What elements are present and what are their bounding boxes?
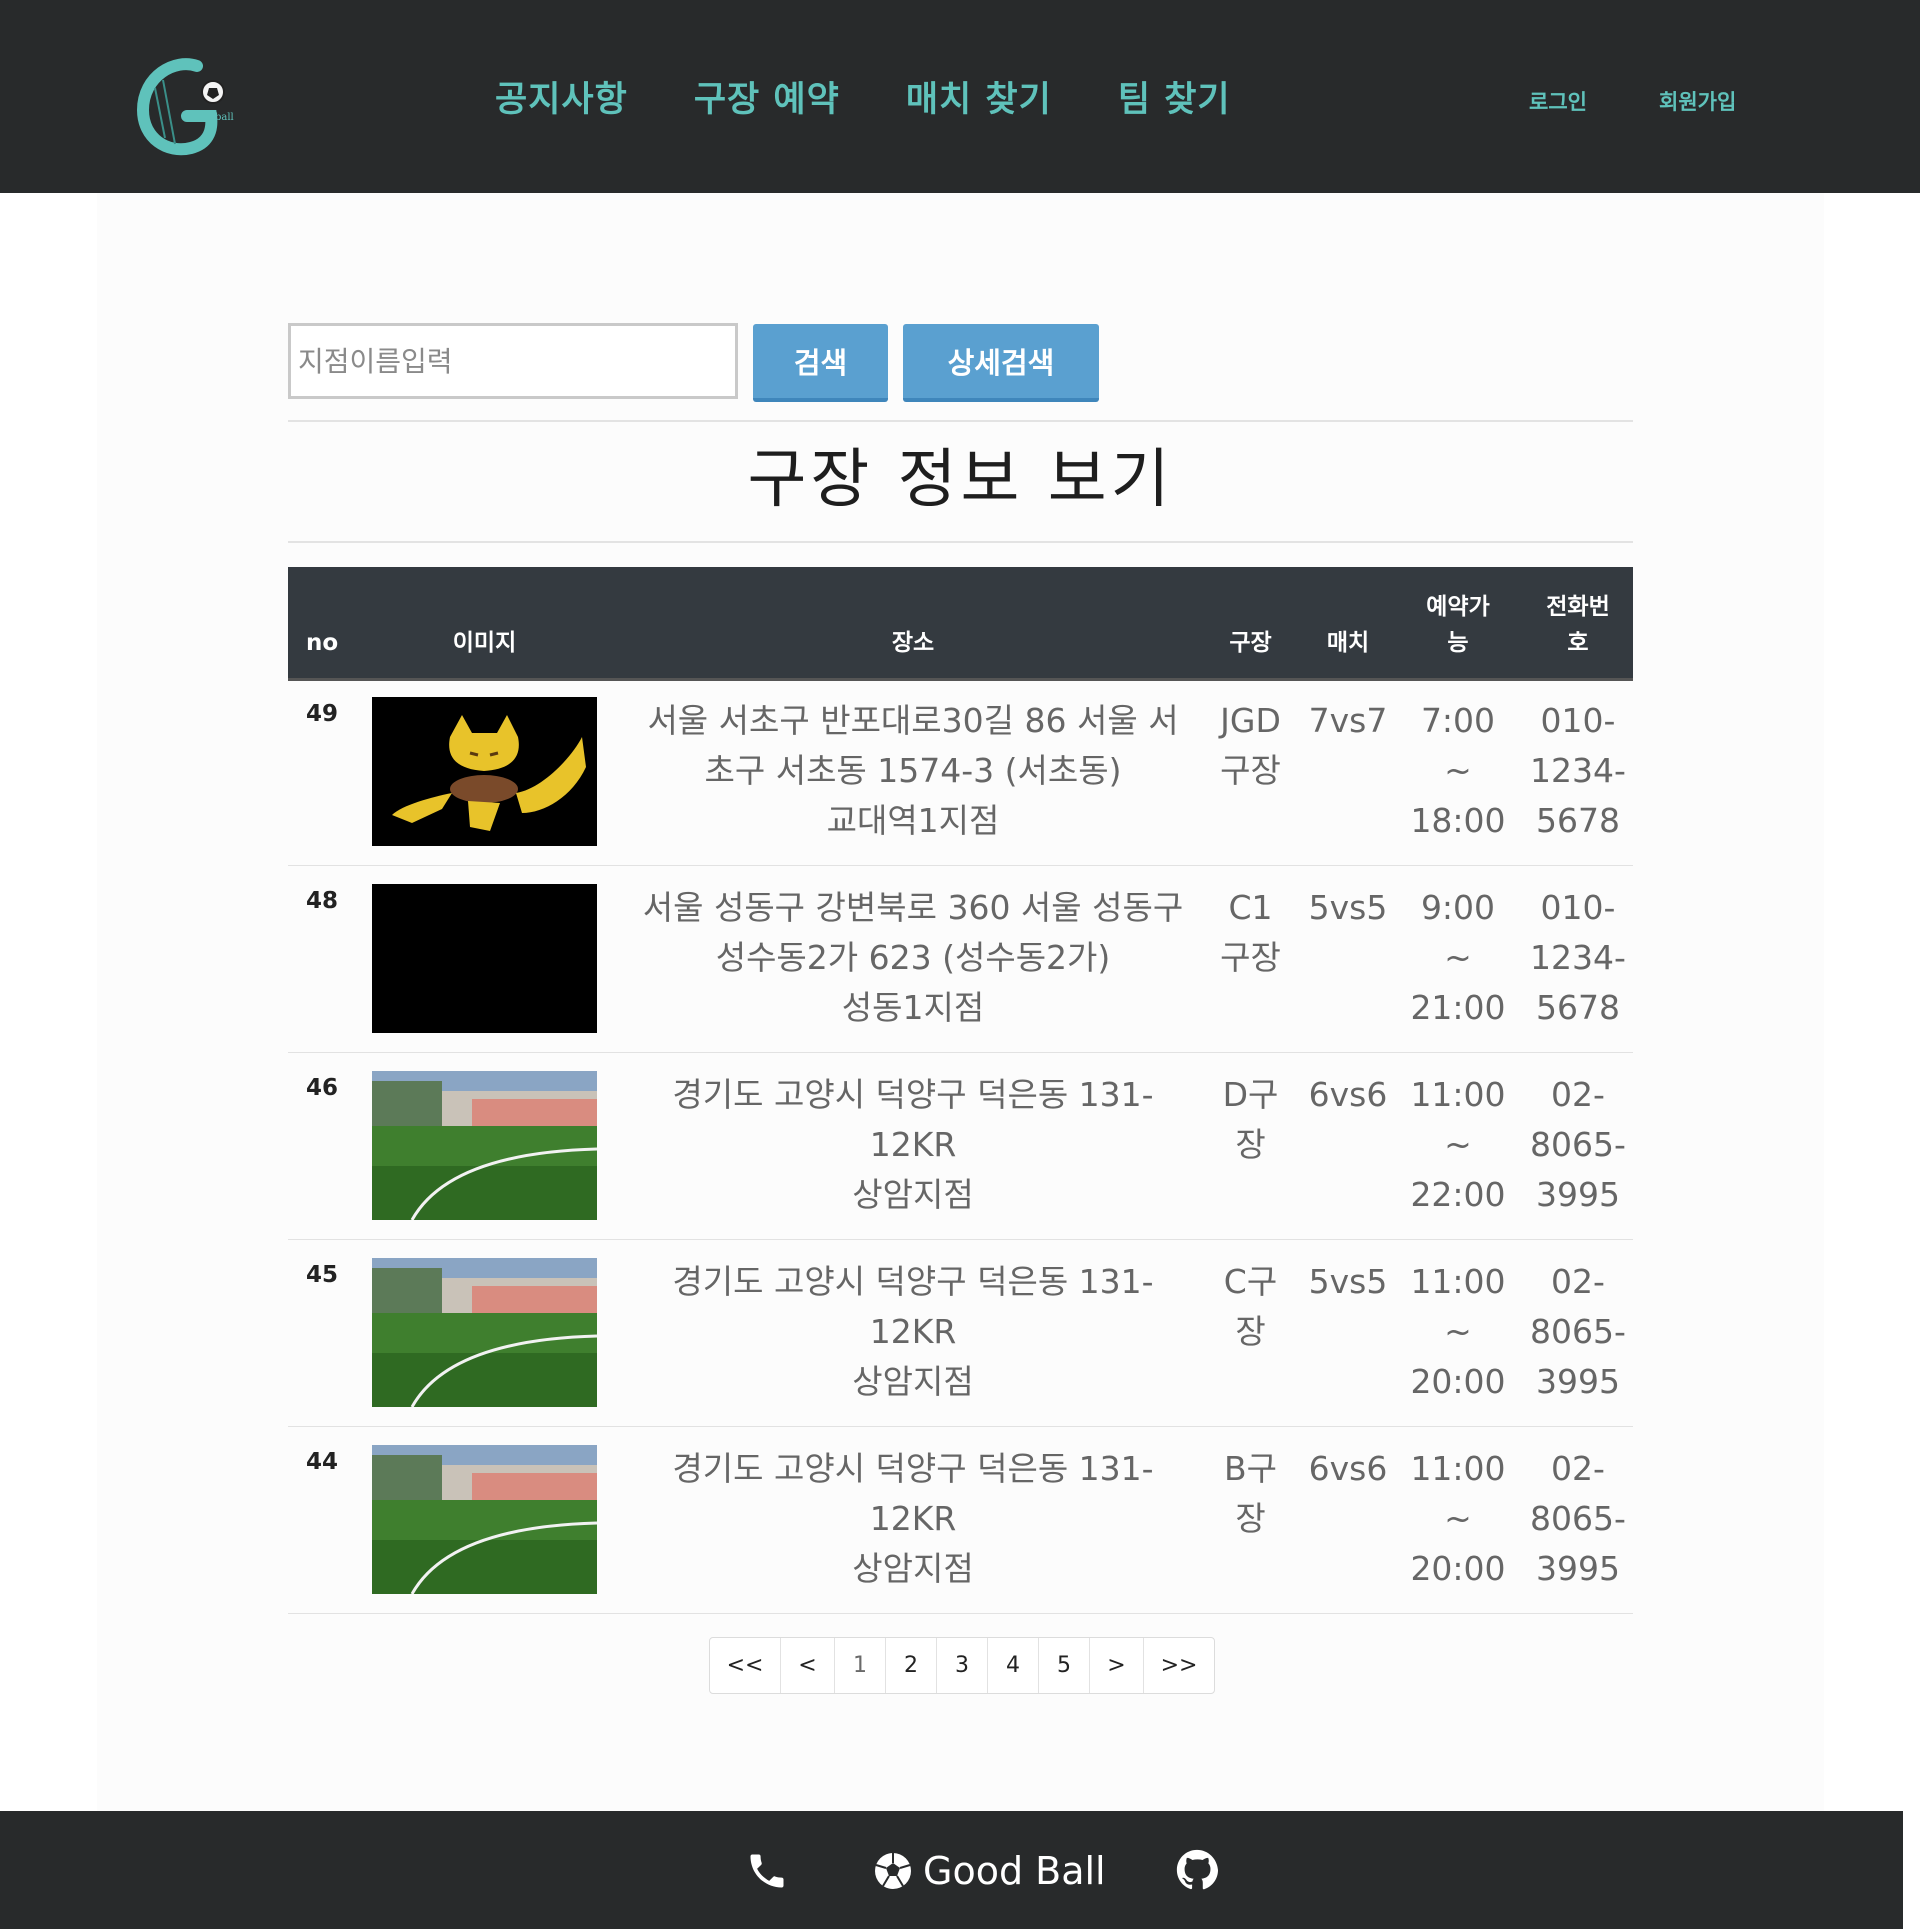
auth-signup: 회원가입 bbox=[1659, 82, 1736, 122]
field-cell: JGD구장 bbox=[1220, 701, 1281, 790]
nav-find-match[interactable]: 매치 찾기 bbox=[906, 72, 1052, 128]
column-header-no: no bbox=[306, 630, 339, 656]
match-cell: 5vs5 bbox=[1308, 1262, 1388, 1301]
time-cell: 11:00 ~ 22:00 bbox=[1410, 1075, 1506, 1214]
divider bbox=[288, 420, 1633, 422]
search-input[interactable] bbox=[288, 323, 738, 399]
time-cell: 9:00 ~ 21:00 bbox=[1410, 888, 1506, 1027]
page-title: 구장 정보 보기 bbox=[747, 443, 1174, 517]
time-cell: 11:00 ~ 20:00 bbox=[1410, 1449, 1506, 1588]
divider bbox=[288, 541, 1633, 543]
place-branch: 상암지점 bbox=[852, 1175, 974, 1214]
place-address: 경기도 고양시 덕양구 덕은동 131-12KR bbox=[672, 1075, 1154, 1164]
field-thumbnail[interactable] bbox=[372, 884, 597, 1033]
match-cell: 6vs6 bbox=[1308, 1449, 1388, 1488]
field-cell: D구장 bbox=[1222, 1075, 1279, 1164]
column-header-match: 매치 bbox=[1326, 630, 1370, 656]
main-nav: 공지사항 구장 예약 매치 찾기 팀 찾기 bbox=[495, 72, 1297, 128]
page-next[interactable]: > bbox=[1090, 1638, 1144, 1693]
nav-notice[interactable]: 공지사항 bbox=[495, 72, 628, 128]
row-number: 44 bbox=[306, 1449, 339, 1475]
footer-brand-label: Good Ball bbox=[923, 1849, 1106, 1893]
nav-field-reservation[interactable]: 구장 예약 bbox=[694, 72, 840, 128]
table-row[interactable]: 46 경기도 고양시 덕양구 덕은동 131-12KR 상암지점 D구장 6vs6 11:… bbox=[288, 1053, 1633, 1240]
phone-cell: 010- 1234- 5678 bbox=[1530, 701, 1626, 840]
table-row[interactable]: 49 서울 서초구 반포대로30길 86 서울 서초구 서초동 1574-3 (서… bbox=[288, 679, 1633, 866]
page-last[interactable]: >> bbox=[1144, 1638, 1214, 1693]
column-header-available: 예약가 능 bbox=[1426, 594, 1490, 656]
top-navbar: ball 공지사항 구장 예약 매치 찾기 팀 찾기 로그인 회원가입 bbox=[0, 0, 1920, 193]
field-cell: C1구장 bbox=[1220, 888, 1281, 977]
place-branch: 상암지점 bbox=[852, 1549, 974, 1588]
column-header-phone: 전화번 호 bbox=[1546, 594, 1610, 656]
page-1[interactable]: 1 bbox=[835, 1638, 886, 1693]
phone-cell: 010- 1234- 5678 bbox=[1530, 888, 1626, 1027]
time-cell: 11:00 ~ 20:00 bbox=[1410, 1262, 1506, 1401]
auth-login: 로그인 bbox=[1529, 82, 1587, 122]
soccer-ball-icon bbox=[875, 1853, 911, 1889]
match-cell: 5vs5 bbox=[1308, 888, 1388, 927]
field-thumbnail[interactable] bbox=[372, 1071, 597, 1220]
field-cell: C구장 bbox=[1223, 1262, 1278, 1351]
page-4[interactable]: 4 bbox=[988, 1638, 1039, 1693]
time-cell: 7:00 ~ 18:00 bbox=[1410, 701, 1506, 840]
phone-cell: 02- 8065- 3995 bbox=[1530, 1262, 1626, 1401]
place-address: 경기도 고양시 덕양구 덕은동 131-12KR bbox=[672, 1262, 1154, 1351]
footer: Good Ball bbox=[0, 1811, 1903, 1929]
phone-icon[interactable] bbox=[745, 1849, 789, 1893]
phone-cell: 02- 8065- 3995 bbox=[1530, 1075, 1626, 1214]
row-number: 48 bbox=[306, 888, 339, 914]
pagination: << < 1 2 3 4 5 > >> bbox=[709, 1637, 1215, 1694]
svg-text:ball: ball bbox=[215, 112, 234, 123]
row-number: 45 bbox=[306, 1262, 339, 1288]
place-cell: 경기도 고양시 덕양구 덕은동 131-12KR 상암지점 bbox=[633, 1444, 1193, 1594]
place-address: 서울 서초구 반포대로30길 86 서울 서초구 서초동 1574-3 (서초동… bbox=[647, 701, 1179, 790]
place-address: 서울 성동구 강변북로 360 서울 성동구 성수동2가 623 (성수동2가) bbox=[642, 888, 1184, 977]
place-cell: 서울 서초구 반포대로30길 86 서울 서초구 서초동 1574-3 (서초동… bbox=[633, 696, 1193, 846]
advanced-search-button[interactable]: 상세검색 bbox=[903, 324, 1099, 402]
github-icon[interactable] bbox=[1176, 1849, 1218, 1891]
page-first[interactable]: << bbox=[710, 1638, 781, 1693]
table-row[interactable]: 45 경기도 고양시 덕양구 덕은동 131-12KR 상암지점 C구장 5vs5 11:… bbox=[288, 1240, 1633, 1427]
logo-icon[interactable]: ball bbox=[135, 58, 247, 158]
table-row[interactable]: 44 경기도 고양시 덕양구 덕은동 131-12KR 상암지점 B구장 6vs6 11:… bbox=[288, 1427, 1633, 1614]
place-cell: 경기도 고양시 덕양구 덕은동 131-12KR 상암지점 bbox=[633, 1070, 1193, 1220]
row-number: 49 bbox=[306, 701, 339, 727]
column-header-place: 장소 bbox=[891, 630, 935, 656]
place-branch: 교대역1지점 bbox=[826, 801, 1000, 840]
field-thumbnail[interactable] bbox=[372, 1258, 597, 1407]
field-cell: B구장 bbox=[1224, 1449, 1277, 1538]
match-cell: 7vs7 bbox=[1308, 701, 1388, 740]
match-cell: 6vs6 bbox=[1308, 1075, 1388, 1114]
table-row[interactable]: 48 서울 성동구 강변북로 360 서울 성동구 성수동2가 623 (성수동2… bbox=[288, 866, 1633, 1053]
signup-link[interactable]: 회원가입 bbox=[1659, 90, 1736, 114]
search-button[interactable]: 검색 bbox=[753, 324, 888, 402]
place-cell: 서울 성동구 강변북로 360 서울 성동구 성수동2가 623 (성수동2가)… bbox=[633, 883, 1193, 1033]
page-2[interactable]: 2 bbox=[886, 1638, 937, 1693]
place-cell: 경기도 고양시 덕양구 덕은동 131-12KR 상암지점 bbox=[633, 1257, 1193, 1407]
row-number: 46 bbox=[306, 1075, 339, 1101]
field-thumbnail[interactable] bbox=[372, 697, 597, 846]
phone-cell: 02- 8065- 3995 bbox=[1530, 1449, 1626, 1588]
page-prev[interactable]: < bbox=[781, 1638, 835, 1693]
page-5[interactable]: 5 bbox=[1039, 1638, 1090, 1693]
column-header-field: 구장 bbox=[1229, 630, 1272, 656]
field-thumbnail[interactable] bbox=[372, 1445, 597, 1594]
login-link[interactable]: 로그인 bbox=[1529, 90, 1587, 114]
table-header: no 이미지 장소 구장 매치 예약가 능 전화번 호 bbox=[288, 567, 1633, 681]
place-branch: 상암지점 bbox=[852, 1362, 974, 1401]
footer-brand[interactable]: Good Ball bbox=[873, 1841, 1106, 1901]
nav-find-team[interactable]: 팀 찾기 bbox=[1118, 72, 1231, 128]
place-address: 경기도 고양시 덕양구 덕은동 131-12KR bbox=[672, 1449, 1154, 1538]
page-3[interactable]: 3 bbox=[937, 1638, 988, 1693]
place-branch: 성동1지점 bbox=[841, 988, 985, 1027]
column-header-image: 이미지 bbox=[452, 630, 517, 656]
